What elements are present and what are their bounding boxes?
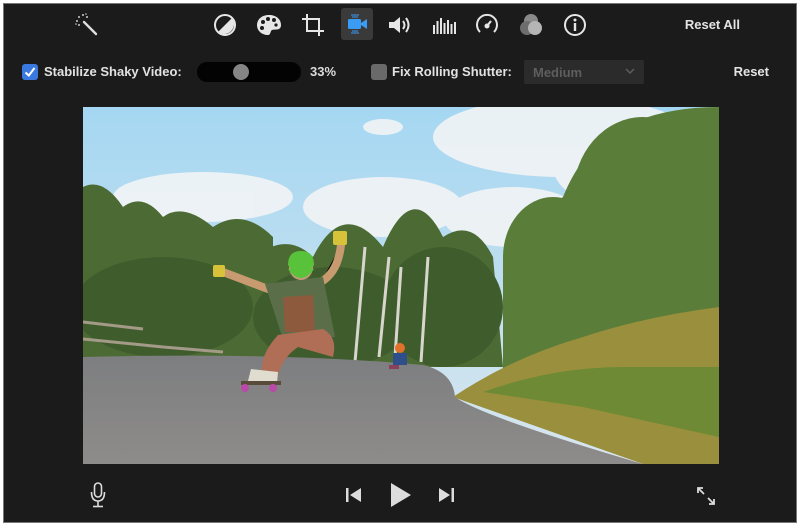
inspector-panel: Reset All Stabilize Shaky Video: 33% Fix… <box>3 3 797 523</box>
stabilize-checkbox[interactable] <box>22 64 38 80</box>
video-viewer[interactable] <box>83 107 719 464</box>
stabilize-label: Stabilize Shaky Video: <box>44 64 182 79</box>
rolling-shutter-checkbox[interactable] <box>371 64 387 80</box>
volume-icon[interactable] <box>385 10 415 40</box>
magic-wand-icon[interactable] <box>72 10 102 40</box>
video-frame <box>83 107 719 464</box>
slider-knob[interactable] <box>232 64 249 80</box>
info-icon[interactable] <box>560 10 590 40</box>
checkmark-icon <box>24 67 36 77</box>
speedometer-icon[interactable] <box>472 10 502 40</box>
skip-forward-icon[interactable] <box>436 486 456 504</box>
reset-all-button[interactable]: Reset All <box>685 17 740 32</box>
fullscreen-icon[interactable] <box>694 484 718 508</box>
video-camera-icon[interactable] <box>341 8 373 40</box>
color-palette-icon[interactable] <box>254 10 284 40</box>
reset-button[interactable]: Reset <box>734 64 769 79</box>
stabilize-amount-value: 33% <box>310 64 337 79</box>
chevron-down-icon <box>625 68 635 75</box>
skip-back-icon[interactable] <box>344 486 364 504</box>
rolling-shutter-value: Medium <box>533 65 583 80</box>
equalizer-icon[interactable] <box>429 10 459 40</box>
crop-icon[interactable] <box>298 10 328 40</box>
adjustments-toolbar: Reset All <box>4 4 796 44</box>
stabilize-amount-slider[interactable] <box>197 62 301 82</box>
color-balance-icon[interactable] <box>210 10 240 40</box>
filter-icon[interactable] <box>516 10 546 40</box>
play-button[interactable] <box>388 480 414 510</box>
stabilization-controls: Stabilize Shaky Video: 33% Fix Rolling S… <box>4 59 796 85</box>
playback-controls <box>4 474 796 514</box>
microphone-icon[interactable] <box>88 482 108 508</box>
rolling-shutter-label: Fix Rolling Shutter: <box>392 64 512 79</box>
play-icon <box>391 483 411 507</box>
rolling-shutter-select[interactable]: Medium <box>524 60 644 84</box>
